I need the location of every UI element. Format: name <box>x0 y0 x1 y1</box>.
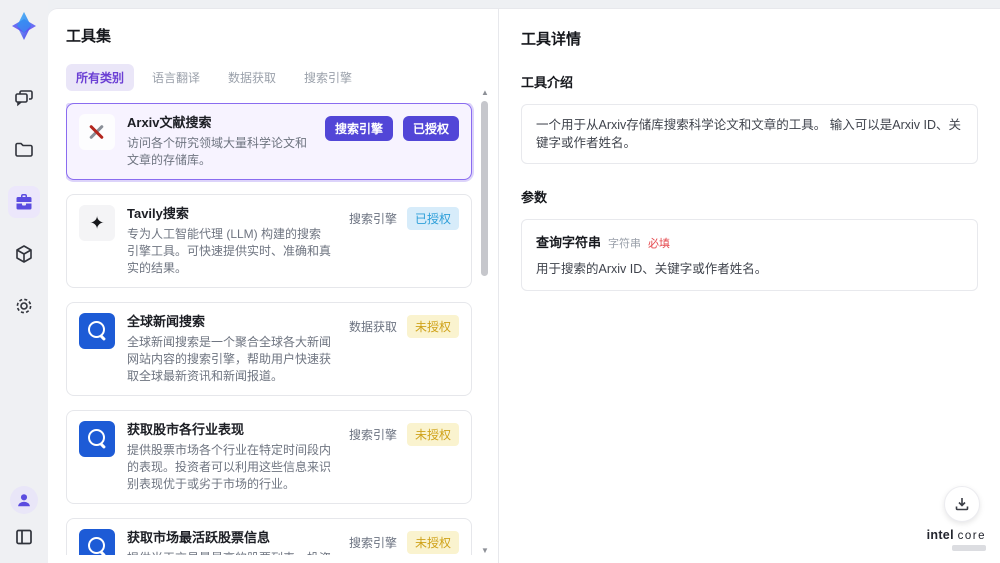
panel-icon[interactable] <box>8 521 40 553</box>
category-badge: 搜索引擎 <box>348 212 397 226</box>
auth-status-badge: 已授权 <box>406 207 459 230</box>
category-badge: 搜索引擎 <box>324 116 393 141</box>
tool-card-text: Arxiv文献搜索 访问各个研究领域大量科学论文和文章的存储库。 <box>127 114 313 169</box>
param-name: 查询字符串 <box>536 235 602 250</box>
tool-card-text: 获取市场最活跃股票信息 提供当天交易量最高的股票列表，投资者可以利用这些信息来识… <box>127 529 337 555</box>
app-window: 工具集 所有类别 语言翻译 数据获取 搜索引擎 Arxiv文献搜索 访问各个研究… <box>0 0 1000 563</box>
tool-description: 提供股票市场各个行业在特定时间段内的表现。投资者可以利用这些信息来识别表现优于或… <box>127 443 332 491</box>
arxiv-logo-icon <box>79 114 115 150</box>
tool-title: Tavily搜索 <box>127 206 189 221</box>
tool-description: 访问各个研究领域大量科学论文和文章的存储库。 <box>127 136 308 167</box>
tool-badges: 搜索引擎 未授权 <box>349 529 459 554</box>
tool-title: Arxiv文献搜索 <box>127 115 212 130</box>
category-badge: 搜索引擎 <box>348 536 397 550</box>
auth-status-badge: 未授权 <box>406 423 459 446</box>
tool-card-global-news[interactable]: 全球新闻搜索 全球新闻搜索是一个聚合全球各大新闻网站内容的搜索引擎，帮助用户快速… <box>66 302 472 396</box>
download-icon <box>955 498 969 511</box>
download-button[interactable] <box>944 486 980 522</box>
sidebar-bottom <box>8 486 40 553</box>
intel-core-logo: intel core <box>927 528 986 551</box>
intro-heading: 工具介绍 <box>521 75 574 90</box>
tool-card-sector-performance[interactable]: 获取股市各行业表现 提供股票市场各个行业在特定时间段内的表现。投资者可以利用这些… <box>66 410 472 504</box>
list-scrollbar[interactable]: ▲ ▼ <box>480 89 490 555</box>
settings-icon[interactable] <box>8 290 40 322</box>
param-description: 用于搜索的Arxiv ID、关键字或作者姓名。 <box>536 262 768 276</box>
param-required-flag: 必填 <box>648 238 671 250</box>
tool-intro-box: 一个用于从Arxiv存储库搜索科学论文和文章的工具。 输入可以是Arxiv ID… <box>521 104 978 164</box>
tool-description: 全球新闻搜索是一个聚合全球各大新闻网站内容的搜索引擎，帮助用户快速获取全球最新资… <box>127 335 332 383</box>
sidebar <box>0 0 48 563</box>
auth-status-badge: 已授权 <box>402 116 459 141</box>
tab-language-translation[interactable]: 语言翻译 <box>142 64 210 91</box>
toolbox-icon[interactable] <box>8 186 40 218</box>
intel-wordmark: intel <box>926 528 954 542</box>
tool-title: 获取股市各行业表现 <box>127 422 245 437</box>
package-icon[interactable] <box>8 238 40 270</box>
chat-icon[interactable] <box>8 82 40 114</box>
page-title: 工具集 <box>66 28 112 45</box>
tool-badges: 搜索引擎 已授权 <box>349 205 459 230</box>
search-icon <box>79 421 115 457</box>
auth-status-badge: 未授权 <box>406 531 459 554</box>
tool-card-most-active-stocks[interactable]: 获取市场最活跃股票信息 提供当天交易量最高的股票列表，投资者可以利用这些信息来识… <box>66 518 472 555</box>
tab-data-acquisition[interactable]: 数据获取 <box>218 64 286 91</box>
auth-status-badge: 未授权 <box>406 315 459 338</box>
tool-card-tavily[interactable]: Tavily搜索 专为人工智能代理 (LLM) 构建的搜索引擎工具。可快速提供实… <box>66 194 472 288</box>
tool-card-text: Tavily搜索 专为人工智能代理 (LLM) 构建的搜索引擎工具。可快速提供实… <box>127 205 337 277</box>
core-wordmark: core <box>957 530 986 542</box>
scroll-up-icon[interactable]: ▲ <box>480 89 490 97</box>
tool-title: 获取市场最活跃股票信息 <box>127 530 271 545</box>
search-icon <box>79 529 115 555</box>
params-heading: 参数 <box>521 190 548 205</box>
category-badge: 搜索引擎 <box>348 428 397 442</box>
tool-title: 全球新闻搜索 <box>127 314 206 329</box>
tool-card-text: 获取股市各行业表现 提供股票市场各个行业在特定时间段内的表现。投资者可以利用这些… <box>127 421 337 493</box>
tab-all-categories[interactable]: 所有类别 <box>66 64 135 91</box>
tool-card-list: Arxiv文献搜索 访问各个研究领域大量科学论文和文章的存储库。 搜索引擎 已授… <box>66 103 498 555</box>
tool-detail-panel: 工具详情 工具介绍 一个用于从Arxiv存储库搜索科学论文和文章的工具。 输入可… <box>499 9 1000 563</box>
sidebar-nav <box>8 82 40 322</box>
tool-badges: 搜索引擎 已授权 <box>324 114 459 141</box>
detail-title: 工具详情 <box>521 31 582 48</box>
category-badge: 数据获取 <box>348 320 397 334</box>
scrollbar-thumb[interactable] <box>481 101 488 276</box>
intel-badge-bar <box>952 545 986 551</box>
app-logo[interactable] <box>6 8 42 44</box>
param-header: 查询字符串 字符串 必填 <box>536 232 963 251</box>
tavily-star-icon <box>79 205 115 241</box>
tool-badges: 数据获取 未授权 <box>349 313 459 338</box>
folder-icon[interactable] <box>8 134 40 166</box>
category-tabs: 所有类别 语言翻译 数据获取 搜索引擎 <box>66 64 498 91</box>
tool-list-panel: 工具集 所有类别 语言翻译 数据获取 搜索引擎 Arxiv文献搜索 访问各个研究… <box>48 9 498 563</box>
tool-description: 提供当天交易量最高的股票列表，投资者可以利用这些信息来识别流动性强的股票和潜在的… <box>127 550 333 555</box>
tool-description: 专为人工智能代理 (LLM) 构建的搜索引擎工具。可快速提供实时、准确和真实的结… <box>127 227 332 275</box>
param-type: 字符串 <box>608 238 642 250</box>
user-icon[interactable] <box>10 486 38 514</box>
tool-badges: 搜索引擎 未授权 <box>349 421 459 446</box>
search-icon <box>79 313 115 349</box>
scroll-down-icon[interactable]: ▼ <box>480 547 490 555</box>
param-box: 查询字符串 字符串 必填 用于搜索的Arxiv ID、关键字或作者姓名。 <box>521 219 978 291</box>
main-content: 工具集 所有类别 语言翻译 数据获取 搜索引擎 Arxiv文献搜索 访问各个研究… <box>48 8 1000 563</box>
tool-card-text: 全球新闻搜索 全球新闻搜索是一个聚合全球各大新闻网站内容的搜索引擎，帮助用户快速… <box>127 313 337 385</box>
tool-card-arxiv[interactable]: Arxiv文献搜索 访问各个研究领域大量科学论文和文章的存储库。 搜索引擎 已授… <box>66 103 472 180</box>
tab-search-engine[interactable]: 搜索引擎 <box>294 64 362 91</box>
